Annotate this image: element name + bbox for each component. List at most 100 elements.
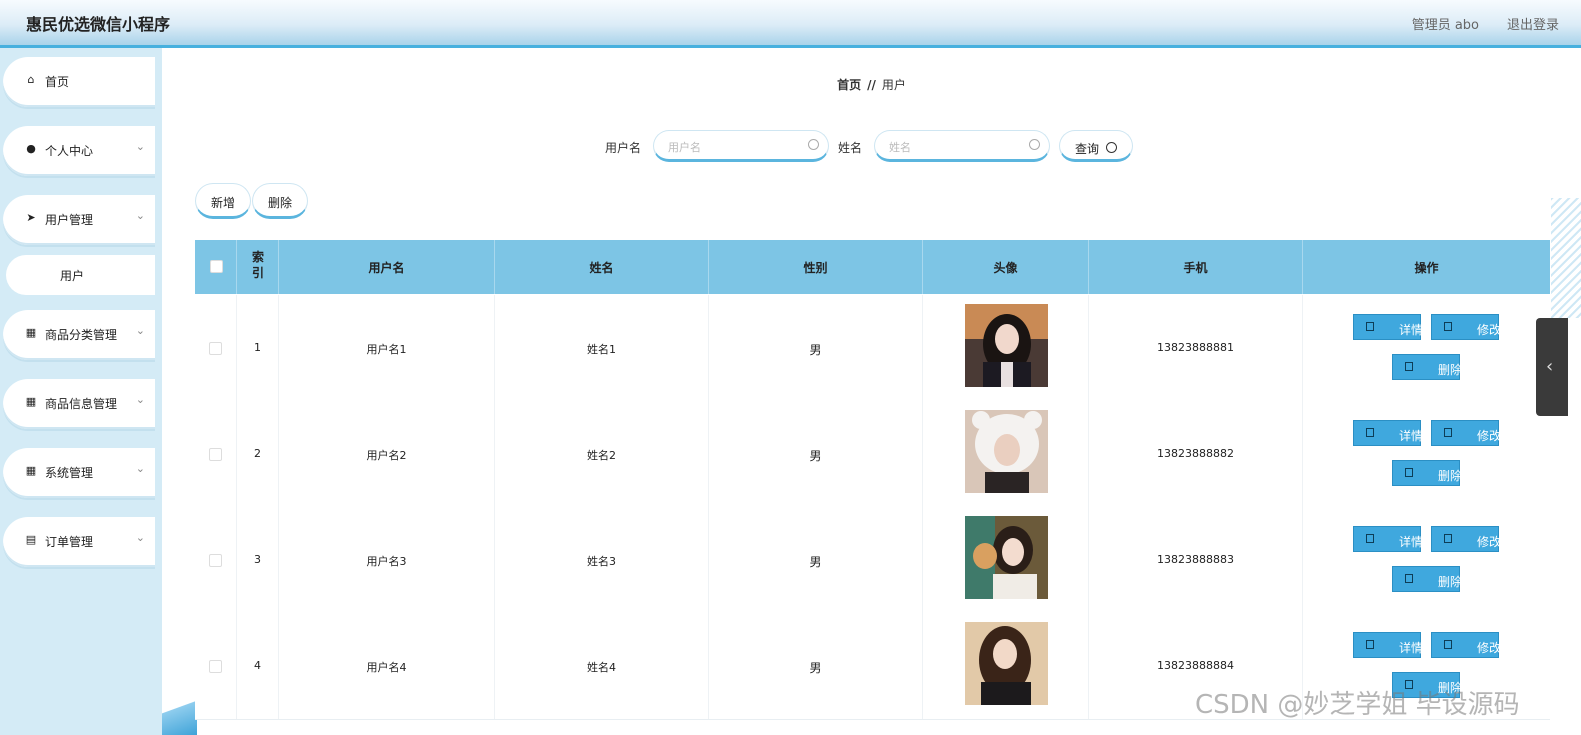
detail-icon — [1366, 322, 1374, 331]
header-username: 用户名 — [279, 240, 495, 294]
grid-icon: ▦ — [25, 464, 37, 477]
collapse-panel-tab[interactable]: ‹ — [1536, 318, 1568, 416]
header-name: 姓名 — [495, 240, 709, 294]
header-phone: 手机 — [1089, 240, 1303, 294]
row-checkbox[interactable] — [209, 342, 222, 355]
header-select — [195, 240, 237, 294]
edit-icon — [1444, 322, 1452, 331]
name-search-box — [874, 130, 1050, 162]
sidebar-item-personal-center[interactable]: ● 个人中心 ⌄ — [3, 126, 155, 176]
avatar[interactable] — [965, 516, 1048, 599]
row-delete-button[interactable]: 删除 — [1392, 566, 1462, 592]
sidebar-item-label: 首页 — [45, 75, 70, 89]
sidebar-item-label: 个人中心 — [45, 144, 94, 158]
top-header: 惠民优选微信小程序 管理员 abo 退出登录 — [0, 0, 1581, 48]
row-checkbox[interactable] — [209, 448, 222, 461]
cell-index: 4 — [254, 659, 261, 672]
sidebar-item-label: 订单管理 — [45, 535, 94, 549]
query-button-label: 查询 — [1075, 142, 1100, 156]
trash-icon — [1405, 574, 1413, 583]
sidebar-item-category-management[interactable]: ▦ 商品分类管理 ⌄ — [3, 310, 155, 360]
home-icon: ⌂ — [27, 73, 35, 86]
avatar[interactable] — [965, 410, 1048, 493]
chevron-left-icon: ‹ — [1546, 356, 1554, 377]
username-label: 用户名 — [605, 141, 642, 155]
chevron-down-icon: ⌄ — [135, 209, 145, 222]
select-all-checkbox[interactable] — [210, 260, 223, 273]
edit-button[interactable]: 修改 — [1431, 314, 1501, 340]
detail-icon — [1366, 640, 1374, 649]
avatar[interactable] — [965, 622, 1048, 705]
add-button[interactable]: 新增 — [195, 183, 251, 219]
cell-index: 2 — [254, 447, 261, 460]
search-icon — [808, 139, 819, 150]
detail-button[interactable]: 详情 — [1353, 632, 1423, 658]
search-icon — [1029, 139, 1040, 150]
cell-name: 姓名2 — [587, 449, 616, 462]
edit-icon — [1444, 640, 1452, 649]
trash-icon — [1405, 362, 1413, 371]
detail-button[interactable]: 详情 — [1353, 526, 1423, 552]
breadcrumb: 首页 // 用户 — [162, 76, 1581, 93]
edit-button[interactable]: 修改 — [1431, 420, 1501, 446]
cell-phone: 13823888882 — [1157, 447, 1234, 460]
sidebar-item-user-management[interactable]: ➤ 用户管理 ⌄ — [3, 195, 155, 245]
sidebar-item-order-management[interactable]: ▤ 订单管理 ⌄ — [3, 517, 155, 567]
grid-icon: ▦ — [25, 395, 37, 408]
send-icon: ➤ — [26, 211, 36, 224]
row-checkbox[interactable] — [209, 554, 222, 567]
cell-username: 用户名3 — [366, 555, 407, 568]
sidebar-item-system-management[interactable]: ▦ 系统管理 ⌄ — [3, 448, 155, 498]
sidebar-item-product-management[interactable]: ▦ 商品信息管理 ⌄ — [3, 379, 155, 429]
app-title: 惠民优选微信小程序 — [26, 15, 171, 34]
detail-icon — [1366, 534, 1374, 543]
decoration — [1551, 198, 1581, 318]
sidebar-subitem-label: 用户 — [60, 269, 85, 283]
name-search-input[interactable] — [887, 137, 1031, 157]
cell-name: 姓名4 — [587, 661, 616, 674]
delete-button-label: 删除 — [267, 196, 292, 210]
logout-link[interactable]: 退出登录 — [1507, 14, 1559, 33]
chevron-down-icon: ⌄ — [135, 462, 145, 475]
breadcrumb-home[interactable]: 首页 — [837, 78, 861, 92]
table-header: 索引 用户名 姓名 性别 头像 手机 操作 — [195, 240, 1550, 294]
user-icon: ● — [26, 142, 36, 155]
header-gender: 性别 — [709, 240, 923, 294]
chevron-down-icon: ⌄ — [135, 324, 145, 337]
row-checkbox[interactable] — [209, 660, 222, 673]
header-avatar: 头像 — [923, 240, 1089, 294]
cell-gender: 男 — [809, 661, 822, 675]
sidebar-item-label: 商品信息管理 — [45, 397, 118, 411]
edit-button[interactable]: 修改 — [1431, 526, 1501, 552]
row-delete-button[interactable]: 删除 — [1392, 460, 1462, 486]
table-row: 1 用户名1 姓名1 男 13823888881 详情 修改 删除 — [195, 295, 1550, 402]
sidebar-item-home[interactable]: ⌂ 首页 — [3, 57, 155, 107]
main-content: 首页//用户 用户名 姓名 查询 新增 删除 索引 用户名 姓名 性别 头像 手 — [162, 48, 1581, 735]
cell-index: 3 — [254, 553, 261, 566]
username-search-input[interactable] — [666, 137, 810, 157]
header-index: 索引 — [237, 240, 279, 294]
detail-button[interactable]: 详情 — [1353, 420, 1423, 446]
header-actions: 操作 — [1414, 261, 1439, 275]
cell-name: 姓名1 — [587, 343, 616, 356]
grid-icon: ▦ — [25, 326, 37, 339]
watermark: CSDN @妙芝学姐 毕设源码 — [1195, 690, 1520, 720]
chevron-down-icon: ⌄ — [135, 531, 145, 544]
cell-gender: 男 — [809, 449, 822, 463]
query-button[interactable]: 查询 — [1059, 130, 1133, 162]
edit-icon — [1444, 534, 1452, 543]
header-index-label: 索引 — [251, 250, 264, 280]
avatar[interactable] — [965, 304, 1048, 387]
cell-phone: 13823888883 — [1157, 553, 1234, 566]
delete-button[interactable]: 删除 — [252, 183, 308, 219]
sidebar-subitem-user[interactable]: 用户 — [6, 255, 155, 295]
name-label: 姓名 — [838, 141, 863, 155]
cell-index: 1 — [254, 341, 261, 354]
detail-button[interactable]: 详情 — [1353, 314, 1423, 340]
row-delete-button[interactable]: 删除 — [1392, 354, 1462, 380]
search-icon — [1106, 142, 1117, 153]
cell-name: 姓名3 — [587, 555, 616, 568]
chevron-down-icon: ⌄ — [135, 140, 145, 153]
edit-button[interactable]: 修改 — [1431, 632, 1501, 658]
detail-icon — [1366, 428, 1374, 437]
